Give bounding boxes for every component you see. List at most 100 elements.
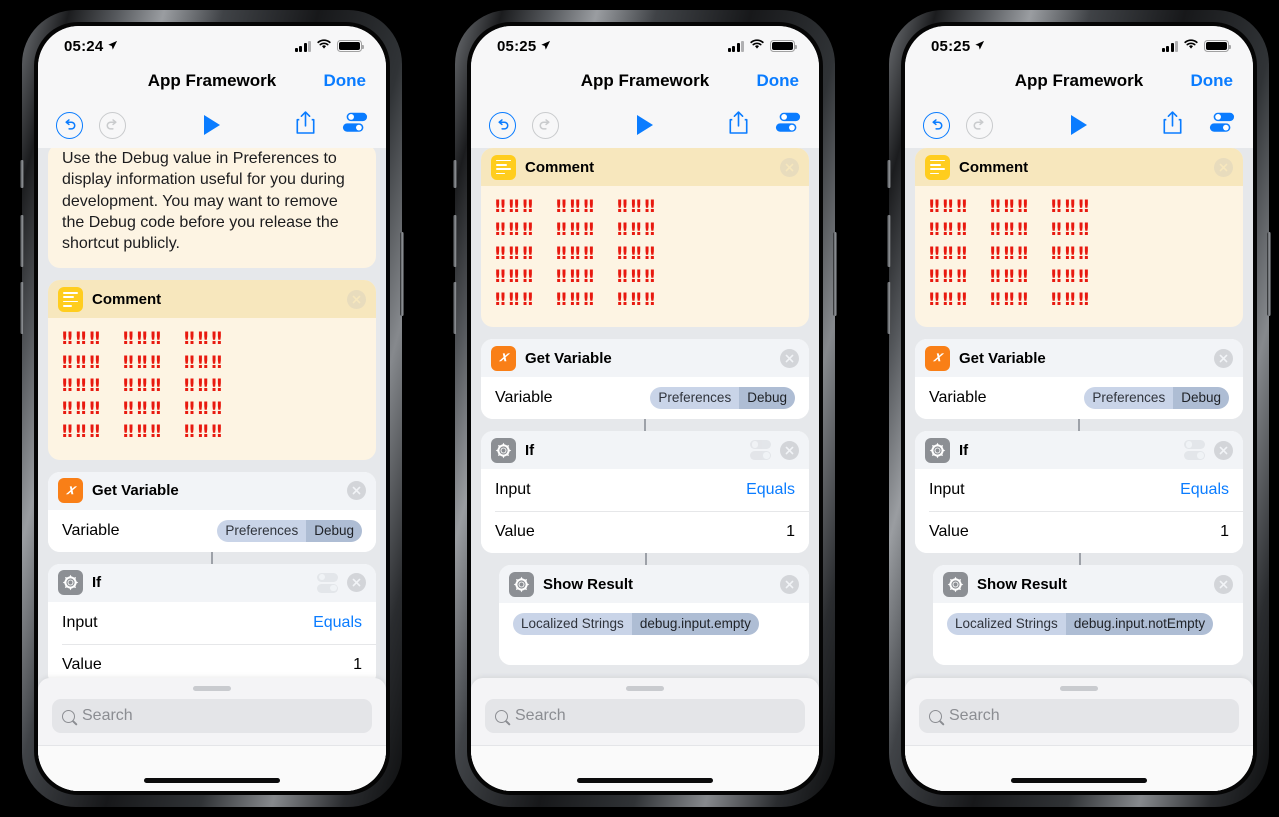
undo-button[interactable] — [489, 111, 516, 139]
magic-variable-pill[interactable]: Localized Strings debug.input.empty — [513, 613, 759, 636]
gear-icon — [58, 570, 83, 596]
parameter-row[interactable]: Input Equals — [48, 601, 376, 644]
parameter-row[interactable]: Value 1 — [481, 511, 809, 554]
magic-variable-pill[interactable]: Preferences Debug — [650, 387, 795, 410]
search-input[interactable]: Search — [919, 699, 1239, 733]
close-icon[interactable] — [347, 573, 366, 593]
action-connector — [211, 551, 213, 564]
comment-note-text: Use the Debug value in Preferences to di… — [48, 148, 376, 269]
volume-button[interactable] — [453, 215, 457, 267]
share-icon[interactable] — [728, 110, 749, 140]
search-input[interactable]: Search — [485, 699, 805, 733]
toggle-options-icon[interactable] — [317, 572, 338, 593]
parameter-row[interactable]: Variable Preferences Debug — [48, 509, 376, 552]
signal-bars-icon — [727, 40, 744, 52]
power-button[interactable] — [400, 232, 404, 316]
redo-button[interactable] — [966, 111, 993, 139]
parameter-label: Variable — [929, 389, 987, 407]
comment-card-title: Comment — [92, 290, 162, 308]
parameter-label: Input — [62, 613, 98, 631]
magic-variable-pill[interactable]: Preferences Debug — [217, 519, 362, 542]
volume-button[interactable] — [20, 160, 24, 188]
double-exclamation-glyph: ‼ — [150, 422, 161, 443]
undo-button[interactable] — [56, 111, 83, 139]
parameter-value[interactable]: Equals — [313, 614, 362, 632]
status-time: 05:25 — [931, 38, 985, 55]
toggle-options-icon[interactable] — [1184, 440, 1205, 461]
double-exclamation-glyph: ‼ — [1017, 243, 1028, 264]
close-icon[interactable] — [780, 157, 799, 177]
parameter-row[interactable]: Value 1 — [915, 511, 1243, 554]
sheet-grabber[interactable] — [626, 686, 664, 691]
variable-icon: 𝑥 — [58, 478, 83, 504]
parameter-row[interactable]: Variable Preferences Debug — [915, 377, 1243, 420]
done-button[interactable]: Done — [324, 71, 367, 91]
run-button[interactable] — [1071, 115, 1087, 135]
volume-button[interactable] — [453, 282, 457, 334]
sheet-grabber[interactable] — [1060, 686, 1098, 691]
parameter-row[interactable]: Localized Strings debug.input.notEmpty — [933, 603, 1243, 666]
volume-button[interactable] — [20, 282, 24, 334]
double-exclamation-glyph: ‼ — [569, 266, 581, 287]
undo-button[interactable] — [923, 111, 950, 139]
sliders-icon[interactable] — [342, 111, 368, 139]
close-icon[interactable] — [780, 440, 799, 460]
toggle-options-icon[interactable] — [750, 440, 771, 461]
double-exclamation-glyph: ‼ — [62, 399, 73, 420]
location-arrow-icon — [107, 38, 118, 55]
home-indicator[interactable] — [144, 778, 280, 783]
double-exclamation-glyph: ‼ — [150, 329, 161, 350]
double-exclamation-glyph: ‼ — [644, 266, 655, 287]
volume-button[interactable] — [887, 160, 891, 188]
home-indicator[interactable] — [1011, 778, 1147, 783]
double-exclamation-glyph: ‼ — [62, 329, 73, 350]
parameter-row[interactable]: Input Equals — [481, 469, 809, 512]
double-exclamation-glyph: ‼ — [123, 422, 134, 443]
sliders-icon[interactable] — [1209, 111, 1235, 139]
search-input[interactable]: Search — [52, 699, 372, 733]
close-icon[interactable] — [780, 574, 799, 594]
action-card: If Input Equals Value 1 — [481, 431, 809, 554]
done-button[interactable]: Done — [757, 71, 800, 91]
volume-button[interactable] — [887, 282, 891, 334]
power-button[interactable] — [833, 232, 837, 316]
sliders-icon[interactable] — [775, 111, 801, 139]
double-exclamation-glyph: ‼ — [62, 422, 73, 443]
done-button[interactable]: Done — [1191, 71, 1234, 91]
volume-button[interactable] — [887, 215, 891, 267]
magic-variable-pill[interactable]: Localized Strings debug.input.notEmpty — [947, 613, 1214, 636]
sheet-grabber[interactable] — [193, 686, 231, 691]
parameter-row[interactable]: Input Equals — [915, 469, 1243, 512]
run-button[interactable] — [637, 115, 653, 135]
volume-button[interactable] — [20, 215, 24, 267]
double-exclamation-glyph: ‼ — [990, 243, 1001, 264]
close-icon[interactable] — [1214, 348, 1233, 368]
redo-button[interactable] — [99, 111, 126, 139]
action-card-header: If — [48, 563, 376, 602]
close-icon[interactable] — [1214, 440, 1233, 460]
double-exclamation-glyph: ‼ — [1003, 266, 1015, 287]
parameter-row[interactable]: Localized Strings debug.input.empty — [499, 603, 809, 666]
wifi-icon — [749, 37, 765, 55]
close-icon[interactable] — [347, 481, 366, 501]
parameter-row[interactable]: Variable Preferences Debug — [481, 377, 809, 420]
parameter-value[interactable]: Equals — [1180, 481, 1229, 499]
share-icon[interactable] — [295, 110, 316, 140]
double-exclamation-glyph: ‼ — [197, 399, 209, 420]
double-exclamation-glyph: ‼ — [1017, 290, 1028, 310]
close-icon[interactable] — [780, 348, 799, 368]
close-icon[interactable] — [1214, 157, 1233, 177]
home-indicator[interactable] — [577, 778, 713, 783]
run-button[interactable] — [204, 115, 220, 135]
parameter-value[interactable]: Equals — [746, 481, 795, 499]
close-icon[interactable] — [347, 289, 366, 309]
magic-variable-pill[interactable]: Preferences Debug — [1084, 387, 1229, 410]
close-icon[interactable] — [1214, 574, 1233, 594]
double-exclamation-glyph: ‼ — [495, 266, 506, 287]
status-indicators — [727, 37, 798, 55]
volume-button[interactable] — [453, 160, 457, 188]
double-exclamation-glyph: ‼ — [136, 329, 148, 350]
share-icon[interactable] — [1162, 110, 1183, 140]
redo-button[interactable] — [532, 111, 559, 139]
power-button[interactable] — [1267, 232, 1271, 316]
